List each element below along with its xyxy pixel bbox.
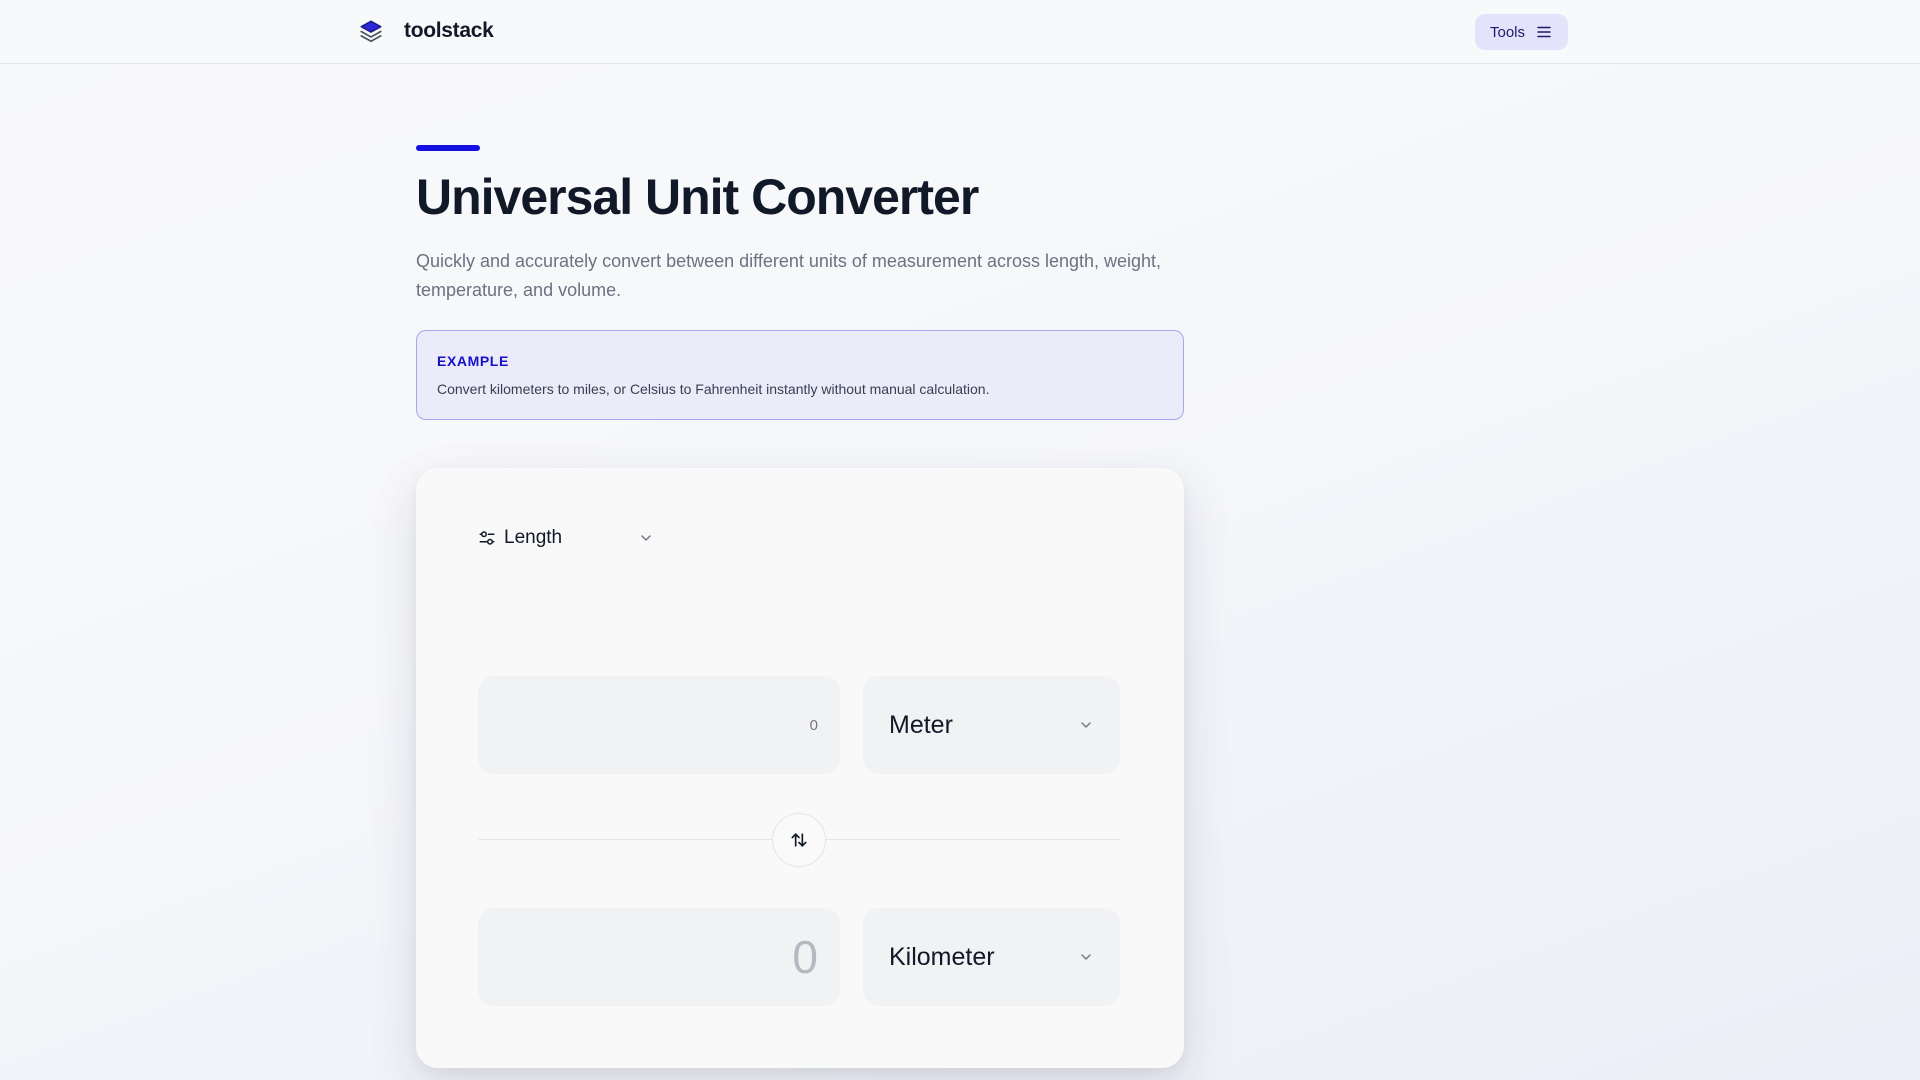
menu-icon: [1537, 26, 1551, 38]
to-unit-label: Kilometer: [889, 942, 995, 971]
page-description: Quickly and accurately convert between d…: [416, 251, 1162, 300]
from-value-input[interactable]: [478, 676, 840, 774]
title-accent-bar: [416, 145, 480, 151]
to-unit-select[interactable]: Kilometer: [863, 908, 1120, 1006]
page-title: Universal Unit Converter: [416, 169, 979, 225]
category-label: Length: [504, 527, 563, 548]
brand-name: toolstack: [404, 19, 494, 42]
swap-vertical-icon: [791, 833, 807, 847]
top-navigation-bar: toolstack Tools: [0, 0, 1920, 64]
from-unit-select[interactable]: Meter: [863, 676, 1120, 774]
sliders-icon: [479, 531, 495, 545]
converter-card: Length Meter Kilometer: [416, 468, 1184, 1068]
tools-menu-button[interactable]: Tools: [1475, 14, 1568, 50]
category-select[interactable]: Length: [478, 526, 654, 550]
swap-units-button[interactable]: [772, 813, 826, 867]
example-text: Convert kilometers to miles, or Celsius …: [437, 381, 990, 397]
layers-icon: [360, 20, 382, 43]
example-tag: EXAMPLE: [437, 353, 509, 369]
chevron-down-icon: [1081, 954, 1091, 960]
chevron-down-icon: [1081, 722, 1091, 728]
chevron-down-icon: [641, 535, 651, 541]
from-unit-label: Meter: [889, 710, 953, 739]
example-callout: EXAMPLE Convert kilometers to miles, or …: [416, 330, 1184, 420]
brand[interactable]: toolstack: [358, 18, 494, 44]
to-value-output[interactable]: [478, 908, 840, 1006]
tools-button-label: Tools: [1489, 23, 1526, 41]
